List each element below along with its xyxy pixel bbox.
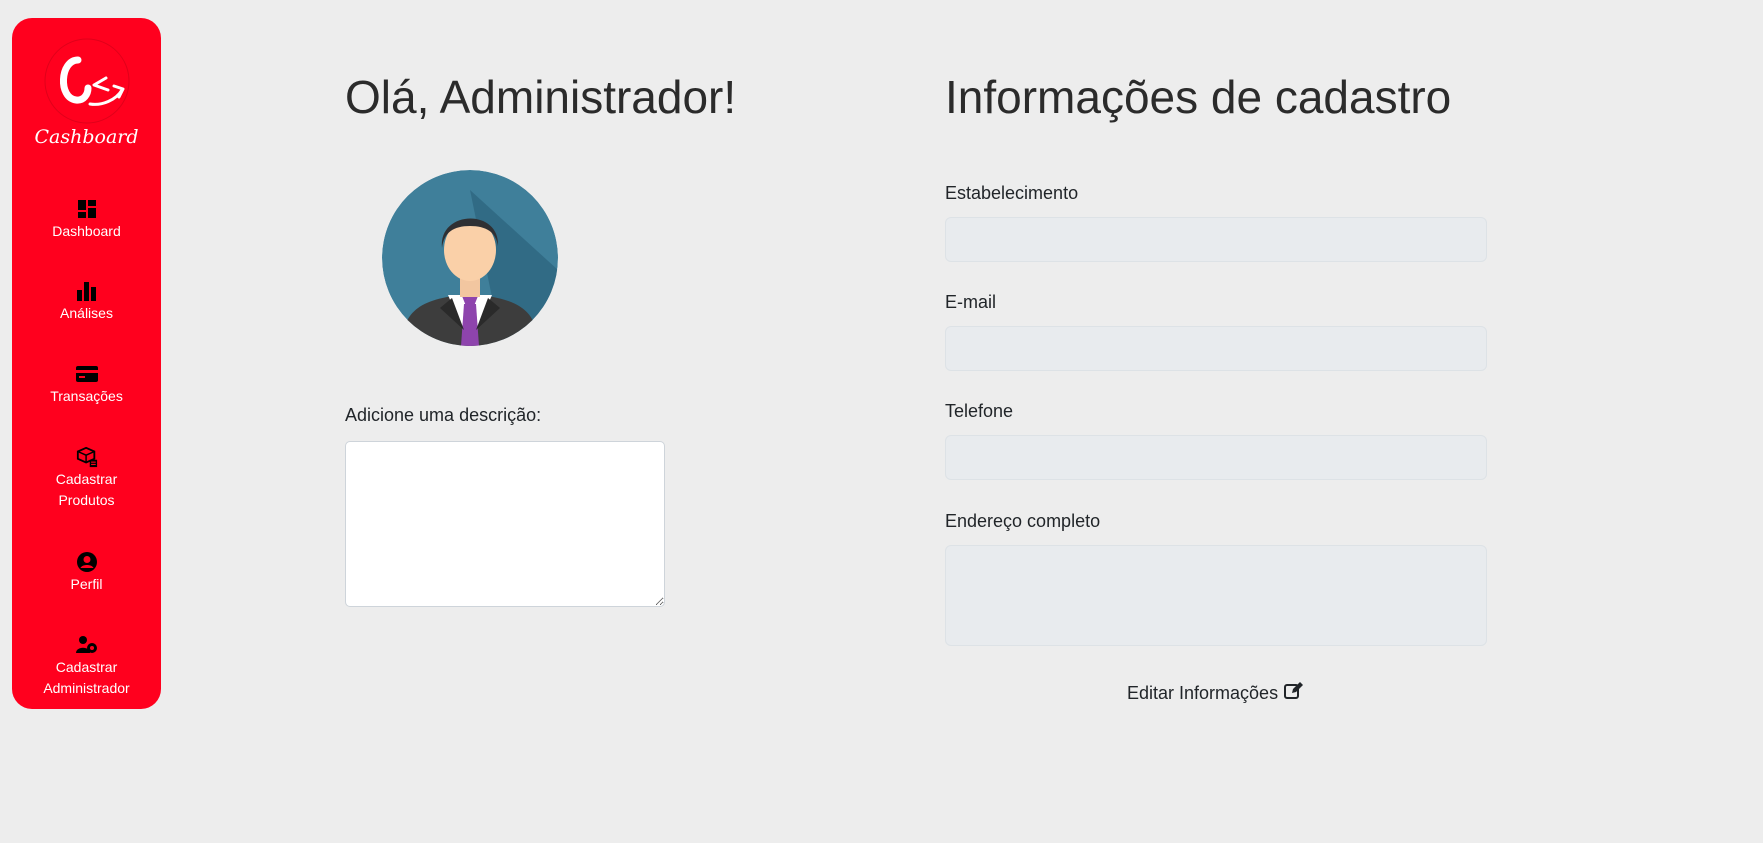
sidebar-item-label: Perfil bbox=[70, 576, 103, 592]
sidebar-item-label-line2: Produtos bbox=[58, 492, 115, 508]
edit-info-label: Editar Informações bbox=[1127, 683, 1279, 703]
sidebar-item-label: Transações bbox=[50, 388, 123, 404]
cashboard-logo-icon bbox=[12, 38, 161, 124]
sidebar-item-label-line1: Cadastrar bbox=[55, 659, 118, 675]
sidebar-item-label-line1: Cadastrar bbox=[55, 471, 118, 487]
description-label: Adicione uma descrição: bbox=[345, 405, 542, 425]
establishment-field[interactable] bbox=[945, 217, 1487, 262]
sidebar-item-label: Cadastrar Produtos bbox=[56, 469, 117, 511]
description-textarea[interactable] bbox=[345, 441, 665, 607]
sidebar-item-cadastrar-administrador[interactable]: Cadastrar Administrador bbox=[12, 634, 161, 699]
edit-info-button[interactable]: Editar Informações bbox=[1127, 682, 1304, 705]
sidebar-item-label: Cadastrar Administrador bbox=[43, 657, 129, 699]
sidebar-item-label-line2: Administrador bbox=[43, 680, 130, 696]
sidebar-item-cadastrar-produtos[interactable]: Cadastrar Produtos bbox=[12, 446, 161, 511]
user-gear-icon bbox=[75, 634, 98, 656]
user-circle-icon bbox=[76, 551, 98, 573]
phone-field[interactable] bbox=[945, 435, 1487, 480]
edit-icon bbox=[1284, 682, 1304, 705]
registration-title: Informações de cadastro bbox=[945, 71, 1452, 123]
address-label: Endereço completo bbox=[945, 511, 1101, 531]
credit-card-icon bbox=[75, 363, 98, 385]
sidebar-item-label: Análises bbox=[60, 305, 113, 321]
sidebar: Cashboard Dashboard Análises Transações … bbox=[12, 18, 161, 709]
address-field[interactable] bbox=[945, 545, 1487, 646]
brand-name: Cashboard bbox=[34, 126, 139, 148]
brand-logo[interactable]: Cashboard bbox=[12, 38, 161, 148]
profile-avatar bbox=[382, 170, 558, 346]
sidebar-item-perfil[interactable]: Perfil bbox=[12, 551, 161, 595]
sidebar-item-label: Dashboard bbox=[52, 223, 121, 239]
dashboard-icon bbox=[76, 198, 98, 220]
email-field[interactable] bbox=[945, 326, 1487, 371]
phone-label: Telefone bbox=[945, 401, 1014, 421]
email-label: E-mail bbox=[945, 292, 997, 312]
greeting-title: Olá, Administrador! bbox=[345, 71, 737, 123]
sidebar-item-transacoes[interactable]: Transações bbox=[12, 363, 161, 407]
sidebar-item-dashboard[interactable]: Dashboard bbox=[12, 198, 161, 242]
sidebar-item-analises[interactable]: Análises bbox=[12, 280, 161, 324]
establishment-label: Estabelecimento bbox=[945, 183, 1079, 203]
package-icon bbox=[76, 446, 98, 468]
bar-chart-icon bbox=[76, 280, 98, 302]
